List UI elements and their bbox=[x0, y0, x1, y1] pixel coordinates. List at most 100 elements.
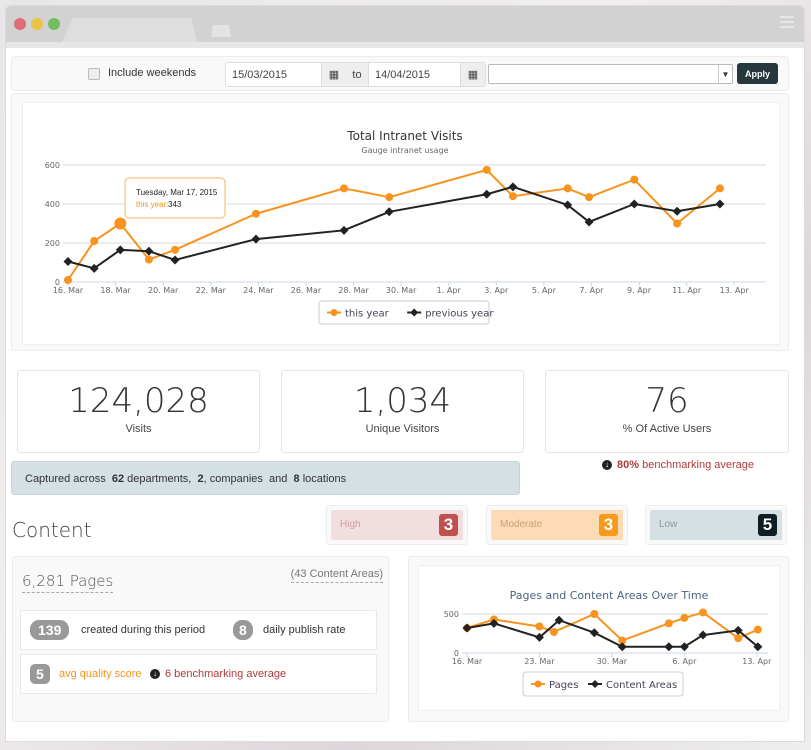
x-tick-label: 18. Mar bbox=[100, 286, 131, 295]
chart-title: Total Intranet Visits bbox=[346, 129, 462, 143]
severity-moderate-label: Moderate bbox=[500, 519, 543, 530]
data-point bbox=[63, 257, 73, 267]
data-point bbox=[734, 634, 743, 643]
arrow-down-circle-icon: ↓ bbox=[150, 669, 160, 679]
data-point bbox=[339, 225, 349, 235]
severity-high-count: 3 bbox=[439, 514, 458, 536]
x-tick-label: 30. Mar bbox=[386, 286, 417, 295]
maximize-window-button[interactable] bbox=[48, 18, 60, 30]
data-point bbox=[585, 193, 594, 202]
severity-high[interactable]: High 3 bbox=[326, 505, 468, 545]
x-tick-label: 20. Mar bbox=[148, 286, 179, 295]
data-point bbox=[563, 184, 572, 193]
x-tick-label: 5. Apr bbox=[532, 286, 557, 295]
quality-benchmark: 6 benchmarking average bbox=[165, 668, 287, 680]
close-window-button[interactable] bbox=[14, 18, 26, 30]
data-point bbox=[535, 622, 544, 631]
severity-moderate-count: 3 bbox=[599, 514, 618, 536]
severity-low[interactable]: Low 5 bbox=[645, 505, 787, 545]
active-users-label: % Of Active Users bbox=[622, 423, 712, 435]
arrow-down-circle-icon: ↓ bbox=[602, 460, 612, 470]
filter-bar: Include weekends 15/03/2015 ▦ to 14/04/2… bbox=[11, 56, 789, 91]
captured-prefix: Captured across bbox=[25, 473, 106, 485]
data-point bbox=[90, 237, 99, 246]
x-tick-label: 1. Apr bbox=[437, 286, 462, 295]
pages-panel: 6,281 Pages (43 Content Areas) 139 creat… bbox=[12, 556, 389, 722]
title-bar bbox=[6, 6, 804, 42]
visits-label: Visits bbox=[125, 423, 152, 435]
apply-button[interactable]: Apply bbox=[737, 63, 778, 84]
date-to-input[interactable]: 14/04/2015 bbox=[368, 63, 460, 86]
data-point bbox=[64, 276, 72, 285]
x-tick-label: 9. Apr bbox=[627, 286, 652, 295]
data-point bbox=[340, 184, 348, 193]
data-point bbox=[630, 175, 639, 184]
severity-low-inner: Low 5 bbox=[650, 510, 782, 540]
unique-visitors-label: Unique Visitors bbox=[365, 423, 440, 435]
x-tick-label: 3. Apr bbox=[484, 286, 509, 295]
data-point bbox=[508, 192, 517, 201]
created-count-badge: 139 bbox=[30, 620, 70, 640]
x-tick-label: 11. Apr bbox=[672, 286, 702, 295]
visits-chart-panel: Total Intranet Visits Gauge intranet usag… bbox=[11, 93, 789, 351]
data-point bbox=[549, 627, 558, 636]
legend-marker bbox=[534, 680, 542, 688]
severity-low-count: 5 bbox=[758, 514, 777, 536]
severity-moderate[interactable]: Moderate 3 bbox=[486, 505, 628, 545]
legend-item-label: Pages bbox=[549, 680, 578, 691]
x-tick-label: 22. Mar bbox=[196, 286, 227, 295]
date-from-input[interactable]: 15/03/2015 bbox=[226, 63, 321, 86]
y-tick-label: 500 bbox=[444, 610, 459, 619]
tooltip-series-label: this year: bbox=[136, 200, 168, 209]
x-tick-label: 26. Mar bbox=[291, 286, 322, 295]
data-point bbox=[462, 623, 472, 633]
pages-chart: Pages and Content Areas Over Time050016.… bbox=[444, 589, 772, 697]
include-weekends-checkbox[interactable] bbox=[88, 68, 100, 80]
hamburger-icon[interactable] bbox=[780, 16, 794, 30]
locations-count: 8 bbox=[293, 473, 300, 485]
data-point bbox=[672, 206, 682, 216]
data-point bbox=[482, 165, 491, 174]
legend-item-label: previous year bbox=[425, 309, 494, 320]
data-point bbox=[170, 255, 180, 265]
x-tick-label: 24. Mar bbox=[243, 286, 274, 295]
content-areas-count[interactable]: (43 Content Areas) bbox=[290, 568, 383, 583]
pages-stats-row: 139 created during this period 8 daily p… bbox=[20, 610, 377, 650]
chevron-down-icon[interactable]: ▼ bbox=[718, 65, 732, 83]
legend-marker bbox=[330, 309, 338, 316]
y-tick-label: 400 bbox=[45, 200, 60, 209]
legend-item-label: this year bbox=[345, 309, 390, 320]
filter-select[interactable]: ▼ bbox=[488, 64, 733, 84]
data-point bbox=[144, 255, 153, 264]
captured-summary: Captured across 62 departments, 2, compa… bbox=[11, 461, 520, 495]
pages-chart-container: Pages and Content Areas Over Time 0 500 16.… bbox=[418, 565, 780, 711]
pages-total[interactable]: 6,281 Pages bbox=[22, 572, 114, 593]
tooltip-value: 343 bbox=[168, 200, 182, 209]
calendar-icon[interactable]: ▦ bbox=[460, 63, 485, 86]
x-tick-label: 28. Mar bbox=[338, 286, 369, 295]
quality-score-badge: 5 bbox=[30, 664, 50, 684]
chart-subtitle: Gauge intranet usage bbox=[361, 146, 448, 155]
severity-low-label: Low bbox=[659, 519, 678, 530]
x-tick-label: 16. Mar bbox=[53, 286, 84, 295]
data-point bbox=[699, 608, 707, 617]
chart-title: Pages and Content Areas Over Time bbox=[510, 589, 709, 602]
data-point bbox=[617, 642, 627, 652]
content-section-title: Content bbox=[12, 518, 92, 542]
visits-stat-card: 124,028 Visits bbox=[17, 370, 260, 453]
active-users-stat-card: 76 % Of Active Users bbox=[545, 370, 789, 453]
calendar-icon[interactable]: ▦ bbox=[321, 63, 346, 86]
data-point bbox=[629, 199, 639, 209]
unique-visitors-stat-card: 1,034 Unique Visitors bbox=[281, 370, 524, 453]
minimize-window-button[interactable] bbox=[31, 18, 43, 30]
severity-high-inner: High 3 bbox=[331, 510, 463, 540]
data-point bbox=[673, 219, 682, 228]
quality-score-label: avg quality score bbox=[59, 668, 142, 680]
tooltip-date: Tuesday, Mar 17, 2015 bbox=[136, 188, 218, 197]
companies-label: , companies bbox=[203, 473, 263, 485]
pages-chart-panel: Pages and Content Areas Over Time 0 500 16.… bbox=[408, 556, 789, 722]
series-line-pages bbox=[466, 611, 759, 642]
browser-tab[interactable] bbox=[62, 18, 197, 42]
departments-label: departments, bbox=[127, 473, 192, 485]
new-tab-button[interactable] bbox=[211, 25, 231, 37]
